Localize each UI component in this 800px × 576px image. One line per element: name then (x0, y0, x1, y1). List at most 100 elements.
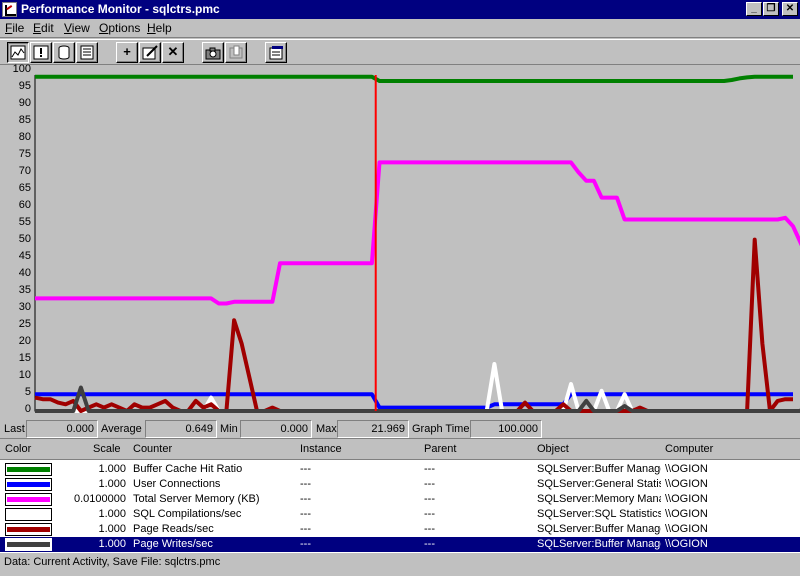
legend-row[interactable]: 1.000 User Connections --- --- SQLServer:Gen… (0, 477, 800, 492)
legend-parent: --- (424, 508, 435, 520)
legend-header: Color Scale Counter Instance Parent Obje… (0, 441, 800, 458)
bookmark-icon (229, 45, 243, 59)
legend-parent: --- (424, 478, 435, 490)
log-view-button[interactable] (53, 42, 75, 63)
legend-computer: \\OGION (665, 508, 708, 520)
legend-instance: --- (300, 523, 311, 535)
last-value: 0.000 (26, 420, 98, 438)
legend-instance: --- (300, 493, 311, 505)
menu-options[interactable]: Options (99, 21, 140, 35)
legend-color-line (7, 527, 50, 532)
legend-computer: \\OGION (665, 463, 708, 475)
plot-area (35, 75, 793, 411)
menu-edit[interactable]: Edit (33, 21, 54, 35)
legend-color-swatch (5, 463, 52, 476)
legend-row[interactable]: 1.000 Buffer Cache Hit Ratio --- --- SQLServ… (0, 462, 800, 477)
options-button[interactable] (265, 42, 287, 63)
legend-computer: \\OGION (665, 523, 708, 535)
update-now-button[interactable] (202, 42, 224, 63)
legend-header-computer: Computer (665, 443, 714, 455)
legend-counter: Page Writes/sec (133, 538, 213, 550)
average-label: Average (101, 423, 142, 435)
legend-computer: \\OGION (665, 493, 708, 505)
legend-instance: --- (300, 478, 311, 490)
legend-parent: --- (424, 493, 435, 505)
legend-scale: 1.000 (98, 508, 126, 520)
menu-view[interactable]: View (64, 21, 90, 35)
legend-object: SQLServer:Buffer Manage (537, 463, 661, 475)
menu-bar: File Edit View Options Help (0, 19, 800, 38)
report-view-button[interactable] (76, 42, 98, 63)
legend-color-line (7, 467, 50, 472)
legend-computer: \\OGION (665, 478, 708, 490)
legend-counter: SQL Compilations/sec (133, 508, 242, 520)
legend-list[interactable]: 1.000 Buffer Cache Hit Ratio --- --- SQLServ… (0, 459, 800, 552)
value-bar: Last 0.000 Average 0.649 Min 0.000 Max 2… (0, 419, 800, 439)
status-bar: Data: Current Activity, Save File: sqlct… (0, 552, 800, 576)
legend-color-swatch (5, 538, 52, 551)
legend-row[interactable]: 1.000 Page Reads/sec --- --- SQLServer:Buffe… (0, 522, 800, 537)
close-button[interactable]: ✕ (782, 2, 798, 16)
legend-color-line (7, 542, 50, 547)
max-value: 21.969 (337, 420, 409, 438)
status-text: Data: Current Activity, Save File: sqlct… (4, 556, 221, 568)
update-now-icon (205, 47, 221, 60)
last-label: Last (4, 423, 25, 435)
menu-help[interactable]: Help (147, 21, 172, 35)
legend-counter: Buffer Cache Hit Ratio (133, 463, 243, 475)
menu-options-rest: ptions (108, 21, 141, 35)
edit-counter-icon (142, 45, 158, 60)
menu-edit-rest: dit (41, 21, 54, 35)
legend-header-scale: Scale (93, 443, 121, 455)
legend-scale: 1.000 (98, 463, 126, 475)
legend-color-line (7, 512, 50, 517)
bookmark-button[interactable] (225, 42, 247, 63)
legend-header-instance: Instance (300, 443, 342, 455)
legend-scale: 1.000 (98, 523, 126, 535)
legend-object: SQLServer:Buffer Manage (537, 538, 661, 550)
legend-parent: --- (424, 538, 435, 550)
title-bar: Performance Monitor - sqlctrs.pmc _ ❐ ✕ (0, 0, 800, 19)
graph-time-value: 100.000 (470, 420, 542, 438)
legend-instance: --- (300, 463, 311, 475)
legend-parent: --- (424, 523, 435, 535)
legend-counter: User Connections (133, 478, 221, 490)
menu-file-rest: ile (12, 21, 25, 35)
average-value: 0.649 (145, 420, 217, 438)
legend-color-swatch (5, 523, 52, 536)
legend-row[interactable]: 0.0100000 Total Server Memory (KB) --- --- S… (0, 492, 800, 507)
menu-file[interactable]: File (5, 21, 24, 35)
legend-row[interactable]: 1.000 Page Writes/sec --- --- SQLServer:Buff… (0, 537, 800, 552)
legend-object: SQLServer:SQL Statistics (537, 508, 661, 520)
chart-view-button[interactable] (7, 42, 29, 63)
legend-counter: Total Server Memory (KB) (133, 493, 260, 505)
delete-counter-button[interactable]: ✕ (162, 42, 184, 63)
legend-object: SQLServer:Buffer Manage (537, 523, 661, 535)
report-view-icon (80, 45, 94, 60)
legend-counter: Page Reads/sec (133, 523, 214, 535)
legend-color-swatch (5, 493, 52, 506)
legend-scale: 1.000 (98, 538, 126, 550)
chart-area: 100 95 90 85 80 75 70 65 60 55 50 45 40 35 30 25 20 15 10 5… (0, 64, 800, 415)
legend-color-swatch (5, 478, 52, 491)
min-value: 0.000 (240, 420, 312, 438)
menu-help-rest: elp (155, 21, 172, 35)
max-label: Max (316, 423, 337, 435)
legend-row[interactable]: 1.000 SQL Compilations/sec --- --- SQLServer… (0, 507, 800, 522)
legend-color-line (7, 482, 50, 487)
legend-scale: 0.0100000 (74, 493, 126, 505)
edit-counter-button[interactable] (139, 42, 161, 63)
restore-button[interactable]: ❐ (763, 2, 779, 16)
minimize-button[interactable]: _ (746, 2, 762, 16)
alert-view-button[interactable] (30, 42, 52, 63)
add-counter-icon: + (123, 44, 131, 59)
legend-computer: \\OGION (665, 538, 708, 550)
chart-view-icon (10, 45, 26, 60)
min-label: Min (220, 423, 238, 435)
legend-scale: 1.000 (98, 478, 126, 490)
legend-instance: --- (300, 508, 311, 520)
legend-parent: --- (424, 463, 435, 475)
legend-header-color: Color (5, 443, 32, 455)
add-counter-button[interactable]: + (116, 42, 138, 63)
performance-monitor-app-icon[interactable] (2, 2, 17, 17)
